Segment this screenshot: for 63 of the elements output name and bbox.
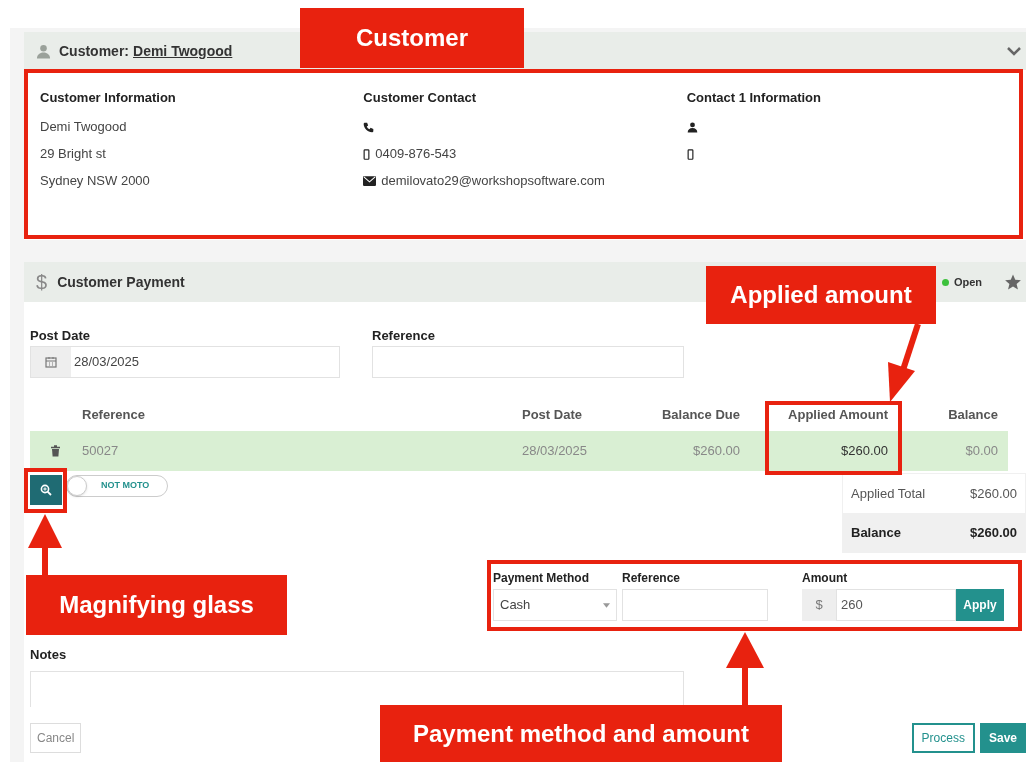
- callout-label: Applied amount: [706, 266, 936, 324]
- zoom-button[interactable]: [30, 475, 62, 505]
- payment-reference-field[interactable]: [622, 589, 768, 621]
- highlight-frame: [24, 468, 67, 513]
- address-line: Demi Twogood: [40, 118, 127, 137]
- phone-icon: [363, 121, 375, 133]
- address-line: 29 Bright st: [40, 145, 106, 164]
- user-icon: [36, 43, 51, 59]
- customer-name-link[interactable]: Demi Twogood: [133, 40, 233, 62]
- field-label: Payment Method: [493, 570, 590, 587]
- calendar-icon: [45, 356, 57, 368]
- contact-value: demilovato29@workshopsoftware.com: [381, 172, 605, 191]
- table-cell-text: $0.00: [964, 442, 998, 461]
- save-button[interactable]: Save: [979, 722, 1026, 753]
- trash-icon: [49, 445, 61, 457]
- chevron-down-icon: [1006, 45, 1022, 57]
- table-cell-text: 28/03/2025: [522, 442, 589, 461]
- magnifier-icon: [40, 484, 52, 496]
- mobile-phone-icon: [686, 148, 694, 160]
- table-cell-text: $260.00: [840, 442, 888, 461]
- moto-toggle[interactable]: NOT MOTO: [66, 475, 168, 497]
- mobile-phone-icon: [363, 148, 371, 160]
- dollar-icon: $: [36, 267, 48, 297]
- currency-label: $: [802, 589, 836, 621]
- total-label: Applied Total: [851, 484, 926, 503]
- total-value: $260.00: [970, 484, 1017, 503]
- user-icon: [686, 121, 698, 133]
- field-label: Notes: [30, 646, 68, 664]
- star-icon: [1004, 273, 1022, 291]
- process-button[interactable]: Process: [911, 722, 975, 753]
- date-field[interactable]: 28/03/2025: [30, 346, 340, 378]
- callout-label: Customer: [300, 8, 524, 68]
- reference-field[interactable]: [372, 346, 684, 378]
- column-header: Balance: [947, 406, 998, 425]
- cancel-button[interactable]: Cancel: [30, 722, 82, 753]
- status-label: Open: [953, 274, 982, 290]
- address-line: Sydney NSW 2000: [40, 172, 150, 191]
- field-label: Post Date: [30, 327, 91, 344]
- column-heading: Contact 1 Information: [686, 89, 822, 107]
- arrow: [28, 514, 62, 576]
- table-cell-text: $260.00: [692, 442, 740, 461]
- total-label: Balance: [851, 523, 901, 542]
- column-header: Balance Due: [660, 406, 740, 425]
- panel-title: Customer Payment: [57, 272, 185, 292]
- column-heading: Customer Information: [40, 89, 177, 107]
- apply-button[interactable]: Apply: [956, 589, 1004, 621]
- field-label: Reference: [622, 570, 682, 587]
- contact-value: 0409-876-543: [375, 145, 457, 164]
- total-value: $260.00: [970, 523, 1017, 542]
- column-heading: Customer Contact: [363, 89, 477, 107]
- payment-method-dropdown[interactable]: Cash: [493, 589, 617, 621]
- envelope-icon: [363, 176, 377, 186]
- amount-field[interactable]: 260: [836, 589, 956, 621]
- field-label: Reference: [372, 327, 436, 344]
- column-header: Reference: [81, 406, 146, 425]
- callout-label: Payment method and amount: [380, 705, 782, 762]
- table-cell-text: 50027: [81, 442, 120, 461]
- column-header: Applied Amount: [787, 406, 888, 425]
- customer-label: Customer:: [59, 41, 129, 61]
- column-header: Post Date: [522, 406, 583, 425]
- callout-label: Magnifying glass: [26, 575, 287, 635]
- caret-icon: [603, 602, 610, 608]
- field-label: Amount: [802, 570, 849, 587]
